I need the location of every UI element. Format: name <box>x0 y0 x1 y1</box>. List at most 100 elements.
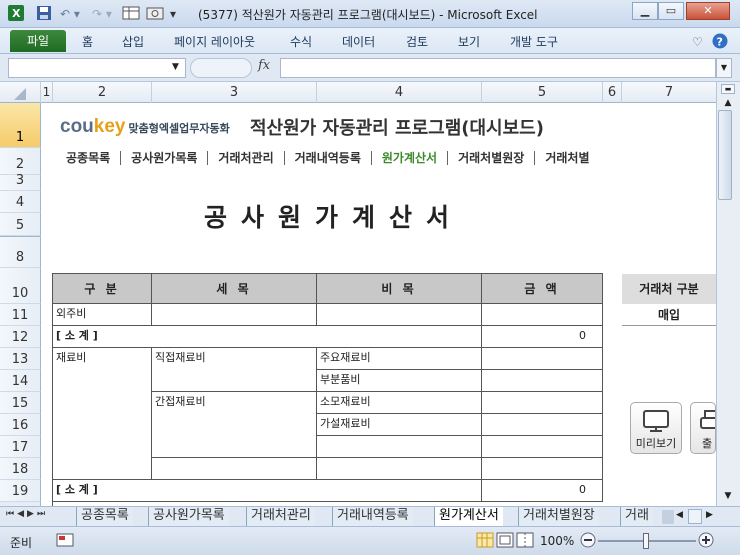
cell-18-item[interactable] <box>317 458 482 480</box>
excel-app-icon[interactable]: X <box>8 5 24 23</box>
tab-file[interactable]: 파일 <box>10 30 66 52</box>
cell-main-material[interactable]: 주요재료비 <box>317 348 482 370</box>
page-break-view-icon[interactable] <box>516 532 534 551</box>
vendor-type-value[interactable]: 매입 <box>622 304 716 326</box>
nav-vendor-management[interactable]: 거래처관리 <box>208 151 285 165</box>
cell-outsourcing[interactable]: 외주비 <box>53 304 152 326</box>
restore-button[interactable]: ▭ <box>658 2 684 20</box>
insert-function-icon[interactable]: fx <box>258 58 270 73</box>
minimize-button[interactable]: ▁ <box>632 2 658 20</box>
formula-input[interactable] <box>280 58 716 78</box>
zoom-level[interactable]: 100% <box>540 534 574 548</box>
header-amount[interactable]: 금 액 <box>482 274 603 304</box>
tab-home[interactable]: 홈 <box>82 32 93 52</box>
cell-direct-material[interactable]: 직접재료비 <box>152 348 317 392</box>
nav-transaction-entry[interactable]: 거래내역등록 <box>285 151 372 165</box>
cell-13-amount[interactable] <box>482 348 603 370</box>
cell-11-item[interactable] <box>317 304 482 326</box>
cell-indirect-material[interactable]: 간접재료비 <box>152 392 317 458</box>
row-header-8[interactable]: 8 <box>0 236 41 268</box>
cell-consumables[interactable]: 소모재료비 <box>317 392 482 414</box>
customize-toolbar-icon[interactable]: ▾ <box>170 5 176 23</box>
ribbon-collapse-icon[interactable]: ♡ <box>692 32 703 52</box>
row-header-18[interactable]: 18 <box>0 458 41 480</box>
cell-material[interactable]: 재료비 <box>53 348 152 480</box>
expand-formula-icon[interactable]: ▼ <box>716 58 732 78</box>
tab-developer[interactable]: 개발 도구 <box>510 32 558 52</box>
name-box[interactable] <box>8 58 186 78</box>
nav-cost-list[interactable]: 공사원가목록 <box>121 151 209 165</box>
header-cost-item[interactable]: 비 목 <box>317 274 482 304</box>
redo-icon[interactable]: ↷ ▾ <box>92 5 112 23</box>
row-header-10[interactable]: 10 <box>0 268 41 304</box>
sheet-tab-vendor-management[interactable]: 거래처관리 <box>246 507 315 526</box>
tab-formulas[interactable]: 수식 <box>290 32 312 52</box>
help-icon[interactable]: ? <box>712 33 728 53</box>
close-button[interactable]: ✕ <box>686 2 730 20</box>
select-all-corner[interactable] <box>0 82 41 103</box>
row-header-2[interactable]: 2 <box>0 148 41 175</box>
row-header-15[interactable]: 15 <box>0 392 41 414</box>
sheet-tab-transaction-entry[interactable]: 거래내역등록 <box>332 507 413 526</box>
macro-record-icon[interactable] <box>56 532 74 551</box>
normal-view-icon[interactable] <box>476 532 494 551</box>
tab-review[interactable]: 검토 <box>406 32 428 52</box>
cell-16-amount[interactable] <box>482 414 603 436</box>
column-header-3[interactable]: 3 <box>152 82 317 103</box>
row-header-12[interactable]: 12 <box>0 326 41 348</box>
row-header-14[interactable]: 14 <box>0 370 41 392</box>
nav-vendor-more[interactable]: 거래처별 <box>535 151 599 165</box>
cell-11-amount[interactable] <box>482 304 603 326</box>
column-header-7[interactable]: 7 <box>622 82 716 103</box>
header-sub-item[interactable]: 세 목 <box>152 274 317 304</box>
save-icon[interactable] <box>36 5 52 23</box>
cell-parts[interactable]: 부분품비 <box>317 370 482 392</box>
cell-18-sub[interactable] <box>152 458 317 480</box>
sheet-tab-vendor-ledger[interactable]: 거래처별원장 <box>518 507 599 526</box>
nav-work-types[interactable]: 공종목록 <box>56 151 122 165</box>
undo-icon[interactable]: ↶ ▾ <box>60 5 80 23</box>
row-header-1[interactable]: 1 <box>0 103 41 148</box>
subtotal-label-2[interactable]: [ 소 계 ] <box>53 480 482 502</box>
row-header-5[interactable]: 5 <box>0 213 41 236</box>
horizontal-scroll-thumb[interactable] <box>688 509 702 524</box>
column-header-1[interactable]: 1 <box>41 82 53 103</box>
cell-11-sub[interactable] <box>152 304 317 326</box>
nav-cost-statement[interactable]: 원가계산서 <box>372 151 449 165</box>
hscroll-left-icon[interactable]: ◀ <box>676 510 683 520</box>
page-layout-view-icon[interactable] <box>496 532 514 551</box>
tab-page-layout[interactable]: 페이지 레이아웃 <box>174 32 255 52</box>
vertical-scroll-thumb[interactable] <box>718 110 732 200</box>
scroll-up-icon[interactable]: ▲ <box>721 98 735 108</box>
scroll-down-icon[interactable]: ▼ <box>721 490 735 502</box>
camera-icon[interactable] <box>146 5 164 23</box>
tab-split-handle[interactable] <box>662 510 674 524</box>
row-header-19[interactable]: 19 <box>0 480 41 502</box>
tab-data[interactable]: 데이터 <box>342 32 375 52</box>
column-header-6[interactable]: 6 <box>603 82 622 103</box>
cell-17-item[interactable] <box>317 436 482 458</box>
zoom-in-icon[interactable] <box>698 532 714 551</box>
tab-insert[interactable]: 삽입 <box>122 32 144 52</box>
sheet-tab-cost-statement[interactable]: 원가계산서 <box>434 507 503 526</box>
cell-14-amount[interactable] <box>482 370 603 392</box>
subtotal-label-1[interactable]: [ 소 계 ] <box>53 326 482 348</box>
print-button[interactable]: 출력 <box>690 402 716 454</box>
header-category[interactable]: 구 분 <box>53 274 152 304</box>
column-header-4[interactable]: 4 <box>317 82 482 103</box>
subtotal-amount-2[interactable]: 0 <box>482 480 603 502</box>
column-header-2[interactable]: 2 <box>53 82 152 103</box>
zoom-slider-thumb[interactable] <box>643 533 649 549</box>
formula-divider[interactable] <box>190 58 252 78</box>
row-header-4[interactable]: 4 <box>0 191 41 213</box>
row-header-17[interactable]: 17 <box>0 436 41 458</box>
sheet-tab-more[interactable]: 거래 <box>620 507 653 526</box>
row-header-3[interactable]: 3 <box>0 173 41 191</box>
sheet-scroll-arrows-icon[interactable]: ⏮◀▶⏭ <box>6 509 48 519</box>
tab-view[interactable]: 보기 <box>458 32 480 52</box>
cell-17-amount[interactable] <box>482 436 603 458</box>
subtotal-amount-1[interactable]: 0 <box>482 326 603 348</box>
nav-vendor-ledger[interactable]: 거래처별원장 <box>448 151 536 165</box>
split-handle-icon[interactable]: ▬ <box>721 84 735 94</box>
cell-18-amount[interactable] <box>482 458 603 480</box>
